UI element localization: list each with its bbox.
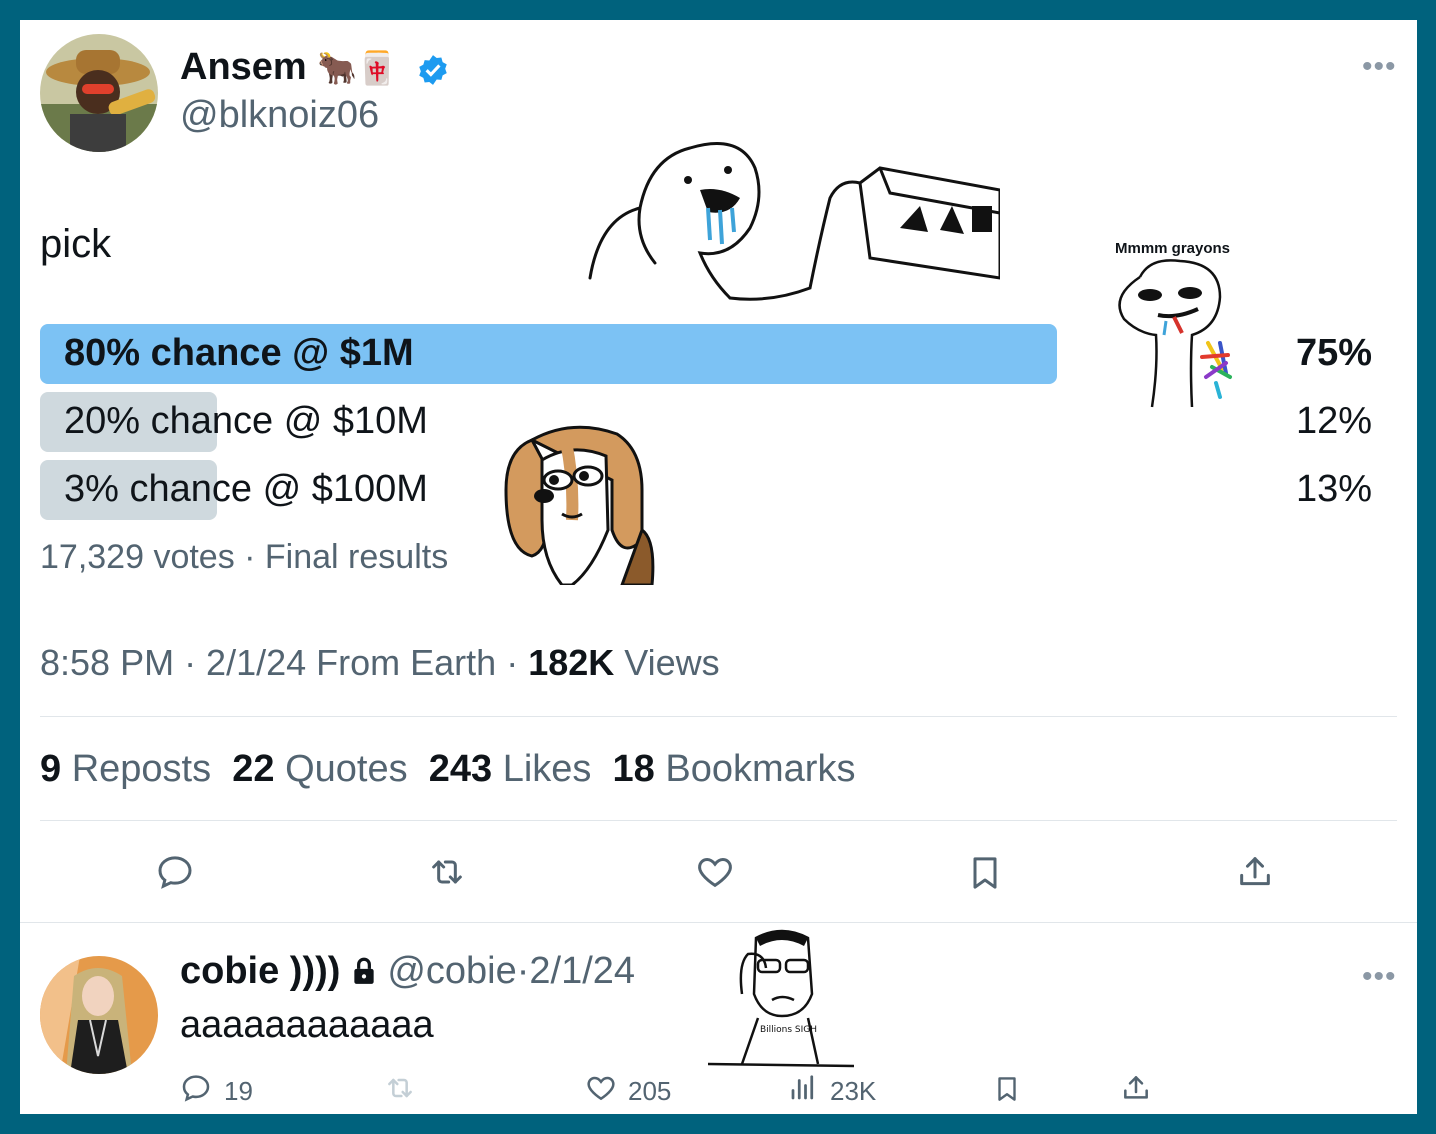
views-label: Views	[614, 642, 720, 683]
reply-author-avatar[interactable]	[40, 956, 158, 1074]
grayons-wojak-image	[1118, 259, 1232, 408]
sigh-shirt-text: Billions SIGH	[760, 1025, 817, 1035]
poll-option-1: 80% chance @ $1M	[40, 324, 1057, 384]
author-name[interactable]: Ansem 🐂🀄	[180, 46, 397, 89]
tweet-card: Ansem 🐂🀄 @blknoiz06 ••• pick Mmmm grayon…	[20, 20, 1417, 1114]
bookmarks-count: 18	[612, 748, 655, 790]
reply-more-icon[interactable]: •••	[1362, 960, 1397, 994]
poll-option-percent: 12%	[1295, 400, 1372, 442]
bookmarks-label: Bookmarks	[665, 748, 856, 790]
reply-header: cobie )))) @cobie·2/1/24	[180, 950, 635, 993]
divider	[40, 716, 1397, 717]
verified-badge-icon	[419, 55, 447, 85]
likes-stat[interactable]: 243 Likes	[429, 748, 592, 790]
reply-replies-count: 19	[224, 1076, 253, 1106]
bookmarks-stat[interactable]: 18 Bookmarks	[613, 748, 856, 790]
author-avatar[interactable]	[40, 34, 158, 152]
grayons-sticker: Mmmm grayons	[1080, 240, 1265, 430]
reply-views-count: 23K	[830, 1076, 877, 1106]
quotes-count: 22	[232, 748, 275, 790]
reposts-count: 9	[40, 748, 62, 790]
reply-repost-icon	[388, 1078, 412, 1098]
divider	[40, 820, 1397, 821]
reply-bookmark-icon[interactable]	[992, 1072, 1022, 1106]
quotes-stat[interactable]: 22 Quotes	[232, 748, 407, 790]
repost-icon[interactable]	[425, 852, 469, 892]
poll-option-percent: 75%	[1295, 332, 1372, 374]
reply-share-icon[interactable]	[1120, 1072, 1152, 1104]
more-icon[interactable]: •••	[1362, 50, 1397, 84]
likes-label: Likes	[502, 748, 592, 790]
author-handle[interactable]: @blknoiz06	[180, 94, 379, 137]
sticker-caption: Mmmm grayons	[1114, 240, 1231, 257]
tweet-meta: 8:58 PM · 2/1/24 From Earth · 182K Views	[40, 642, 720, 684]
divider	[20, 922, 1417, 923]
poll-option-label: 20% chance @ $10M	[64, 400, 428, 442]
reply-author-handle[interactable]: @cobie	[387, 950, 516, 992]
views-count: 182K	[528, 642, 615, 683]
views-icon[interactable]	[788, 1072, 818, 1104]
poll-option-label: 3% chance @ $100M	[64, 468, 428, 510]
bookmark-icon[interactable]	[965, 852, 1005, 894]
reply-like-icon[interactable]	[584, 1072, 618, 1104]
lock-icon	[354, 957, 374, 984]
author-name-text: Ansem	[180, 46, 307, 88]
reply-date[interactable]: ·2/1/24	[517, 950, 635, 992]
reply-reply-icon[interactable]	[180, 1072, 212, 1104]
likes-count: 243	[428, 748, 493, 790]
beagle-sticker	[504, 425, 655, 585]
author-emoji: 🐂🀄	[317, 50, 397, 86]
tweet-timestamp[interactable]: 8:58 PM · 2/1/24 From Earth ·	[40, 642, 528, 683]
reply-text: aaaaaaaaaaaa	[180, 1004, 434, 1046]
reply-likes-count: 205	[628, 1076, 672, 1106]
share-icon[interactable]	[1235, 852, 1275, 892]
engagement-stats: 9 Reposts 22 Quotes 243 Likes 18 Bookmar…	[40, 748, 855, 791]
poll-option-label: 80% chance @ $1M	[64, 332, 414, 374]
reposts-stat[interactable]: 9 Reposts	[40, 748, 211, 790]
reply-icon[interactable]	[155, 852, 195, 892]
like-icon[interactable]	[695, 852, 735, 892]
poll-option-percent: 13%	[1295, 468, 1372, 510]
reposts-label: Reposts	[71, 748, 212, 790]
billions-sigh-sticker: Billions SIGH	[708, 929, 854, 1068]
quotes-label: Quotes	[285, 748, 408, 790]
meme-shape-sorter-image	[588, 142, 1000, 301]
reply-author-name[interactable]: cobie ))))	[180, 950, 340, 992]
poll-footer: 17,329 votes · Final results	[40, 538, 449, 576]
tweet-text: pick	[40, 222, 112, 266]
